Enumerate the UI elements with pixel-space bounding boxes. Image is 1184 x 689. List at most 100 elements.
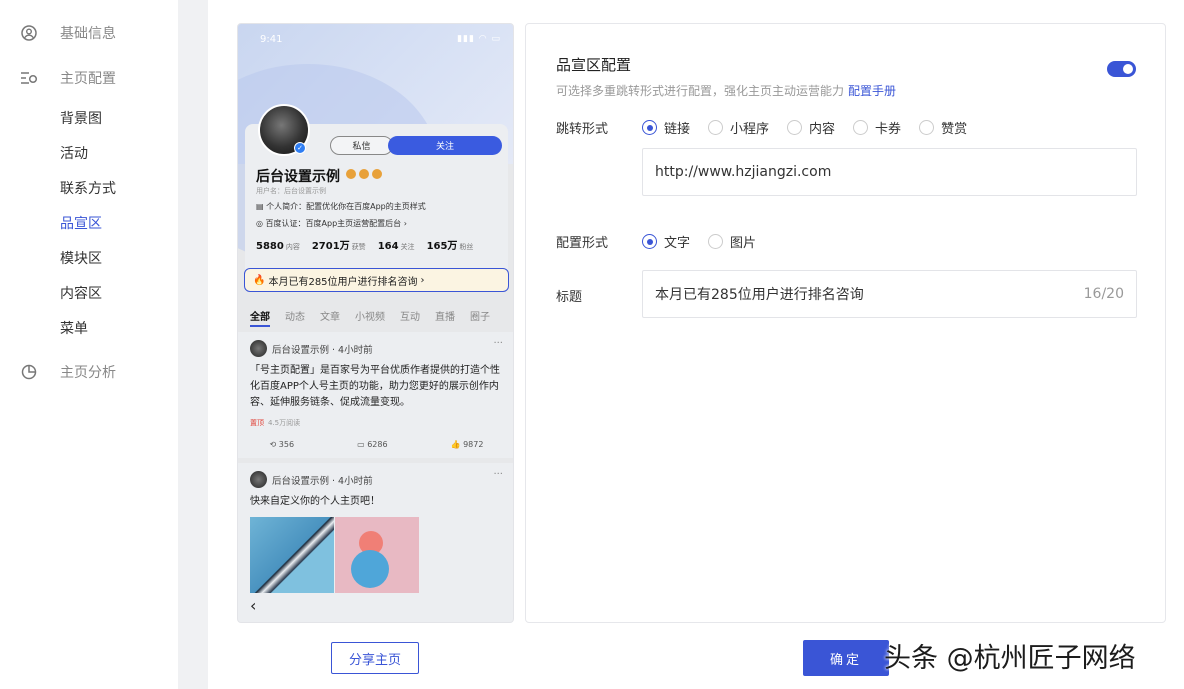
status-time: 9:41 (260, 34, 283, 45)
follow-button[interactable]: 关注 (388, 136, 502, 155)
radio-coupon[interactable]: 卡券 (853, 118, 901, 137)
post-image[interactable] (250, 517, 334, 593)
radio-link[interactable]: 链接 (642, 118, 690, 137)
radio-dot (708, 234, 724, 249)
enable-toggle[interactable] (1107, 61, 1136, 77)
profile-certification[interactable]: ◎ 百度认证：百度App主页运营配置后台 › (256, 218, 407, 229)
title-input[interactable]: 本月已有285位用户进行排名咨询 16/20 (642, 270, 1137, 318)
title-input-value: 本月已有285位用户进行排名咨询 (655, 287, 864, 303)
char-counter: 16/20 (1083, 286, 1124, 302)
promo-banner[interactable]: 🔥 本月已有285位用户进行排名咨询 › (244, 268, 509, 292)
badge-icon (346, 169, 356, 179)
back-arrow-icon[interactable]: ‹ (250, 596, 256, 615)
stat-item[interactable]: 164 关注 (378, 241, 415, 252)
sidebar-item-label: 主页配置 (60, 71, 116, 87)
tab-circle[interactable]: 圈子 (470, 308, 490, 327)
sidebar-item-label: 菜单 (60, 321, 88, 337)
config-manual-link[interactable]: 配置手册 (848, 84, 896, 98)
confirm-button[interactable]: 确定 (803, 640, 889, 676)
avatar (250, 471, 267, 488)
sidebar-item-activity[interactable]: 活动 (0, 138, 178, 168)
title-label: 标题 (556, 290, 583, 305)
repost-icon: ⟲ (269, 440, 277, 449)
sidebar-item-label: 联系方式 (60, 181, 116, 197)
url-input-value: http://www.hzjiangzi.com (655, 164, 832, 180)
read-count: 4.5万阅读 (268, 419, 301, 427)
more-icon[interactable]: ··· (493, 469, 503, 480)
stat-item[interactable]: 2701万 获赞 (312, 237, 366, 252)
sidebar-item-basic-info[interactable]: 基础信息 (0, 18, 178, 48)
tab-interaction[interactable]: 互动 (400, 308, 420, 327)
config-description-text: 可选择多重跳转形式进行配置，强化主页主动运营能力 (556, 84, 845, 98)
radio-reward[interactable]: 赞赏 (919, 118, 967, 137)
sidebar-item-background[interactable]: 背景图 (0, 103, 178, 133)
tab-short-video[interactable]: 小视频 (355, 308, 385, 327)
pinned-tag: 置顶 (250, 419, 264, 427)
sidebar-item-analytics[interactable]: 主页分析 (0, 357, 178, 387)
promo-banner-text: 本月已有285位用户进行排名咨询 (268, 276, 418, 288)
sidebar-item-contact[interactable]: 联系方式 (0, 173, 178, 203)
radio-mini-program[interactable]: 小程序 (708, 118, 769, 137)
gutter (178, 0, 208, 689)
chevron-right-icon: › (420, 274, 425, 286)
radio-dot (919, 120, 935, 135)
radio-dot (642, 120, 657, 135)
radio-label: 文字 (664, 236, 691, 251)
radio-dot (853, 120, 869, 135)
sidebar-item-label: 品宣区 (60, 216, 102, 232)
repost-count: 356 (278, 440, 295, 449)
config-panel: 品宣区配置 可选择多重跳转形式进行配置，强化主页主动运营能力 配置手册 跳转形式 … (525, 23, 1166, 623)
phone-preview: 9:41 ▮▮▮ ◠ ▭ ✓ 私信 关注 后台设置示例 用户名：后台设置示例 ▤… (237, 23, 514, 623)
status-icons: ▮▮▮ ◠ ▭ (457, 34, 501, 44)
jump-type-radio-group: 链接 小程序 内容 卡券 赞赏 (642, 118, 985, 137)
stat-item[interactable]: 5880 内容 (256, 241, 300, 252)
post-image[interactable] (335, 517, 419, 593)
radio-text[interactable]: 文字 (642, 232, 690, 251)
profile-username: 用户名：后台设置示例 (256, 187, 326, 195)
radio-label: 小程序 (730, 122, 770, 137)
tab-articles[interactable]: 文章 (320, 308, 340, 327)
sidebar-item-menu[interactable]: 菜单 (0, 313, 178, 343)
pie-chart-icon (20, 363, 38, 381)
profile-name: 后台设置示例 (256, 169, 340, 185)
comment-button[interactable]: ▭ 6286 (357, 440, 387, 449)
sidebar-item-brand-promo[interactable]: 品宣区 (0, 208, 178, 238)
stat-label: 关注 (400, 243, 415, 251)
repost-button[interactable]: ⟲ 356 (270, 440, 295, 449)
stat-label: 获赞 (351, 243, 366, 251)
watermark: 头条 @杭州匠子网络 (884, 643, 1136, 674)
sidebar-item-homepage-config[interactable]: 主页配置 (0, 63, 178, 93)
config-description: 可选择多重跳转形式进行配置，强化主页主动运营能力 配置手册 (556, 82, 896, 99)
stat-number: 165万 (426, 241, 458, 252)
stat-label: 粉丝 (459, 243, 474, 251)
sidebar-item-modules[interactable]: 模块区 (0, 243, 178, 273)
comment-icon: ▭ (357, 440, 365, 449)
radio-label: 图片 (730, 236, 757, 251)
like-button[interactable]: 👍 9872 (451, 440, 484, 449)
stat-item[interactable]: 165万 粉丝 (427, 237, 474, 252)
tab-live[interactable]: 直播 (435, 308, 455, 327)
sidebar-item-content[interactable]: 内容区 (0, 278, 178, 308)
profile-stats: 5880 内容 2701万 获赞 164 关注 165万 粉丝 (256, 237, 506, 252)
message-button[interactable]: 私信 (330, 136, 393, 155)
sidebar-item-label: 内容区 (60, 286, 102, 302)
feed-post[interactable]: 后台设置示例 · 4小时前 ··· 「号主页配置」是百家号为平台优质作者提供的打… (238, 332, 513, 458)
more-icon[interactable]: ··· (493, 338, 503, 349)
profile-intro: ▤ 个人简介：配置优化你在百度App的主页样式 (256, 202, 426, 211)
sidebar: 基础信息 主页配置 背景图 活动 联系方式 品宣区 模块区 内容区 菜单 主页分… (0, 0, 178, 689)
url-input[interactable]: http://www.hzjiangzi.com (642, 148, 1137, 196)
thumbs-up-icon: 👍 (450, 440, 461, 449)
sidebar-item-label: 背景图 (60, 111, 102, 127)
tab-dynamic[interactable]: 动态 (285, 308, 305, 327)
share-homepage-button[interactable]: 分享主页 (331, 642, 419, 674)
radio-content[interactable]: 内容 (787, 118, 835, 137)
radio-image[interactable]: 图片 (708, 232, 756, 251)
stat-number: 164 (377, 241, 399, 252)
feed-post[interactable]: 后台设置示例 · 4小时前 ··· 快来自定义你的个人主页吧！ (238, 463, 513, 622)
badge-icon (359, 169, 369, 179)
avatar (250, 340, 267, 357)
post-header: 后台设置示例 · 4小时前 (250, 340, 373, 357)
comment-count: 6286 (367, 440, 388, 449)
tab-all[interactable]: 全部 (250, 308, 270, 327)
post-text: 快来自定义你的个人主页吧！ (250, 496, 380, 507)
